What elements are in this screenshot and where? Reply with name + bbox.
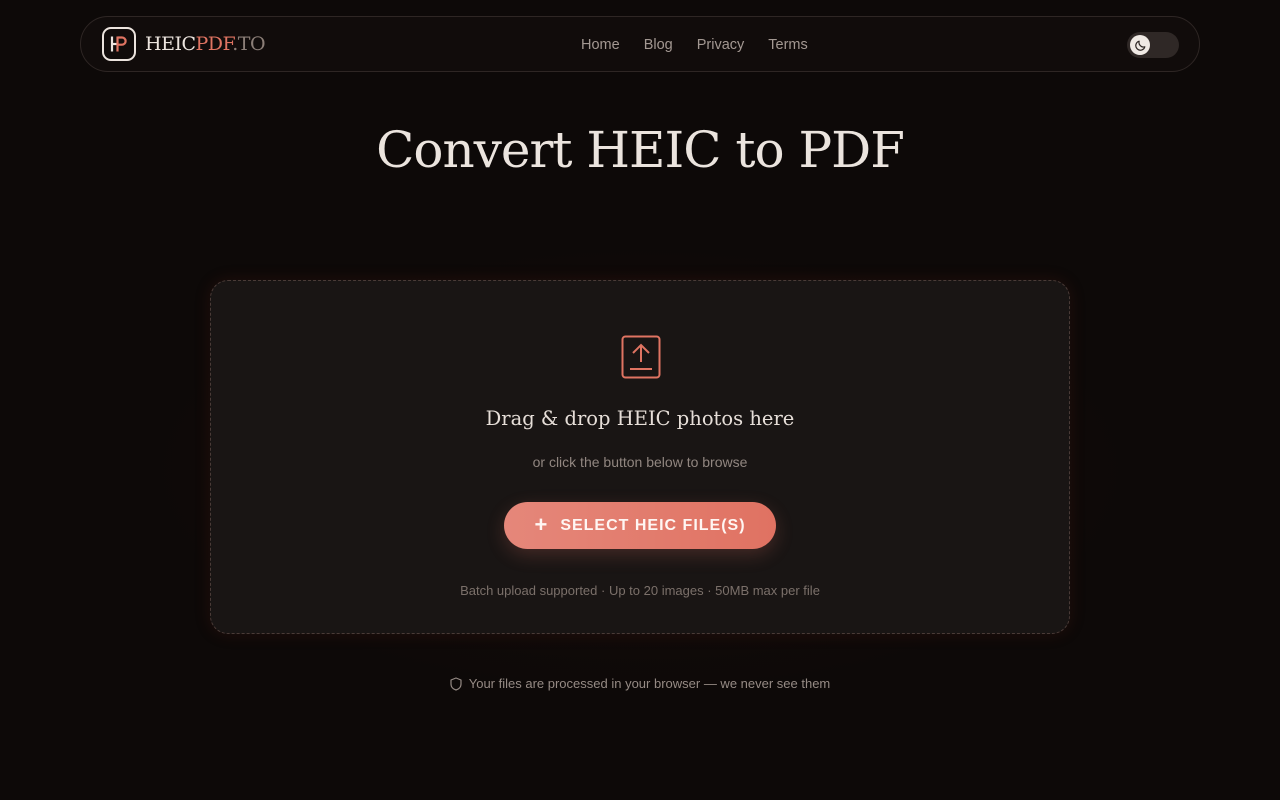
- dropzone-heading: Drag & drop HEIC photos here: [485, 407, 795, 430]
- toggle-knob: [1130, 35, 1150, 55]
- dropzone-subheading: or click the button below to browse: [532, 454, 748, 470]
- nav-link-blog[interactable]: Blog: [644, 17, 673, 73]
- logo-wordmark: HEICPDF.TO: [145, 27, 266, 61]
- page-title: Convert HEIC to PDF: [376, 121, 905, 179]
- logo-text-pdf: PDF: [195, 33, 233, 55]
- select-button-label: SELECT HEIC FILE(S): [560, 516, 746, 534]
- top-navigation-bar: HEICPDF.TO Home Blog Privacy Terms: [80, 16, 1200, 72]
- main-nav: Home Blog Privacy Terms: [581, 17, 808, 73]
- logo-text-heic: HEIC: [145, 33, 196, 55]
- privacy-note-text: Your files are processed in your browser…: [468, 676, 831, 691]
- site-logo[interactable]: HEICPDF.TO: [102, 27, 266, 61]
- nav-link-privacy[interactable]: Privacy: [697, 17, 745, 73]
- shield-icon: [450, 677, 462, 691]
- plus-icon: +: [534, 511, 548, 537]
- upload-icon: [621, 335, 661, 379]
- nav-link-terms[interactable]: Terms: [768, 17, 807, 73]
- file-drop-zone[interactable]: Drag & drop HEIC photos here or click th…: [210, 280, 1070, 634]
- upload-limits-note: Batch upload supported · Up to 20 images…: [460, 583, 820, 598]
- moon-icon: [1134, 40, 1145, 51]
- privacy-note: Your files are processed in your browser…: [0, 675, 1280, 693]
- select-heic-files-button[interactable]: + SELECT HEIC FILE(S): [504, 502, 776, 549]
- theme-toggle[interactable]: [1127, 32, 1179, 58]
- logo-text-to: .TO: [232, 33, 266, 55]
- nav-link-home[interactable]: Home: [581, 17, 620, 73]
- hp-monogram-icon: [102, 27, 136, 61]
